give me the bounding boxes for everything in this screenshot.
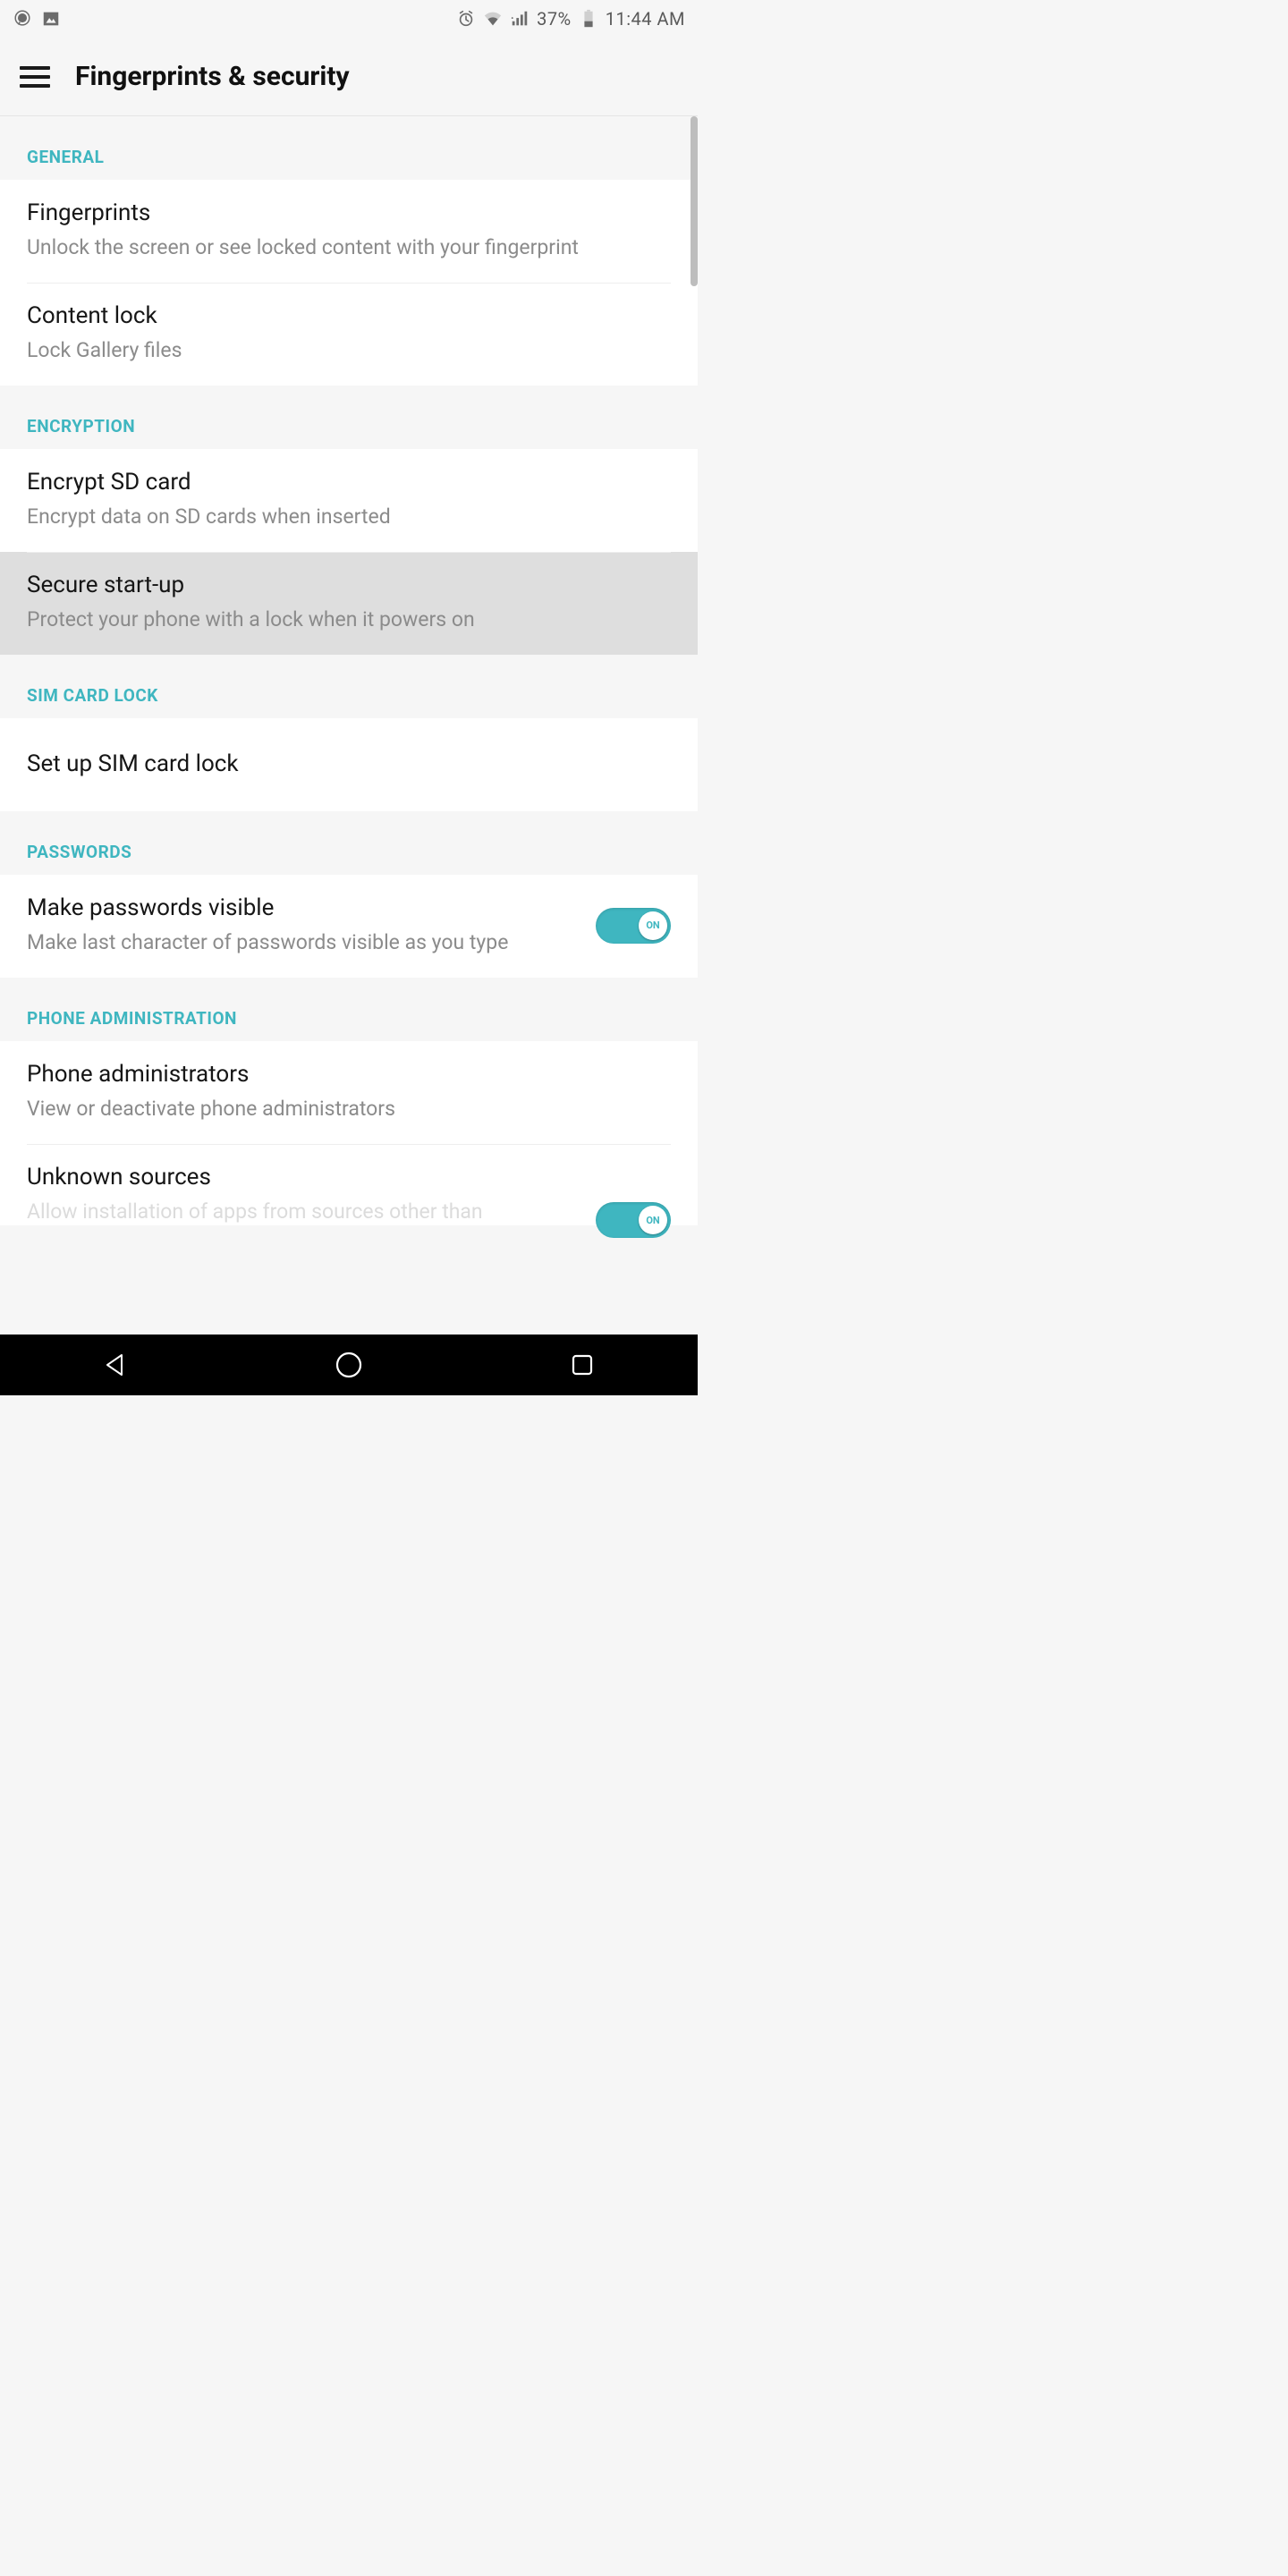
item-fingerprints[interactable]: Fingerprints Unlock the screen or see lo… (0, 180, 698, 283)
section-header-general: GENERAL (0, 116, 698, 180)
section-header-sim: SIM CARD LOCK (0, 655, 698, 718)
app-bar: Fingerprints & security (0, 38, 698, 116)
recents-button[interactable] (569, 1352, 596, 1378)
status-bar: 37% 11:44 AM (0, 0, 698, 38)
item-passwords-visible[interactable]: Make passwords visible Make last charact… (0, 875, 698, 978)
item-subtitle: View or deactivate phone administrators (27, 1095, 671, 1123)
navigation-bar (0, 1335, 698, 1395)
item-title: Phone administrators (27, 1061, 671, 1088)
item-subtitle: Allow installation of apps from sources … (27, 1198, 578, 1225)
wifi-icon (483, 9, 503, 29)
image-notification-icon (41, 9, 61, 29)
toggle-passwords-visible[interactable]: ON (596, 908, 671, 944)
item-title: Set up SIM card lock (27, 738, 671, 790)
chat-notification-icon (13, 9, 32, 29)
page-title: Fingerprints & security (75, 61, 350, 92)
item-sim-lock[interactable]: Set up SIM card lock (0, 718, 698, 811)
section-header-passwords: PASSWORDS (0, 811, 698, 875)
clock-time: 11:44 AM (606, 8, 685, 30)
item-content-lock[interactable]: Content lock Lock Gallery files (0, 283, 698, 386)
cellular-signal-icon (510, 9, 530, 29)
item-subtitle: Encrypt data on SD cards when inserted (27, 503, 671, 530)
section-header-admin: PHONE ADMINISTRATION (0, 978, 698, 1041)
menu-icon[interactable] (20, 66, 50, 88)
home-button[interactable] (334, 1350, 364, 1380)
item-title: Encrypt SD card (27, 469, 671, 496)
alarm-icon (456, 9, 476, 29)
item-phone-admins[interactable]: Phone administrators View or deactivate … (0, 1041, 698, 1144)
item-encrypt-sd[interactable]: Encrypt SD card Encrypt data on SD cards… (0, 449, 698, 552)
item-subtitle: Make last character of passwords visible… (27, 928, 578, 956)
settings-scroll-area[interactable]: GENERAL Fingerprints Unlock the screen o… (0, 116, 698, 1335)
item-title: Content lock (27, 302, 671, 329)
item-subtitle: Lock Gallery files (27, 336, 671, 364)
battery-percentage: 37% (537, 8, 572, 30)
item-title: Unknown sources (27, 1164, 578, 1191)
item-secure-startup[interactable]: Secure start-up Protect your phone with … (0, 552, 698, 655)
toggle-unknown-sources[interactable]: ON (596, 1202, 671, 1238)
back-button[interactable] (102, 1352, 129, 1378)
item-title: Make passwords visible (27, 894, 578, 921)
item-title: Fingerprints (27, 199, 671, 226)
item-subtitle: Unlock the screen or see locked content … (27, 233, 671, 261)
toggle-state: ON (639, 911, 667, 940)
battery-icon (579, 9, 598, 29)
item-title: Secure start-up (27, 572, 671, 598)
item-unknown-sources[interactable]: Unknown sources Allow installation of ap… (0, 1144, 698, 1225)
item-subtitle: Protect your phone with a lock when it p… (27, 606, 671, 633)
section-header-encryption: ENCRYPTION (0, 386, 698, 449)
toggle-state: ON (639, 1206, 667, 1234)
